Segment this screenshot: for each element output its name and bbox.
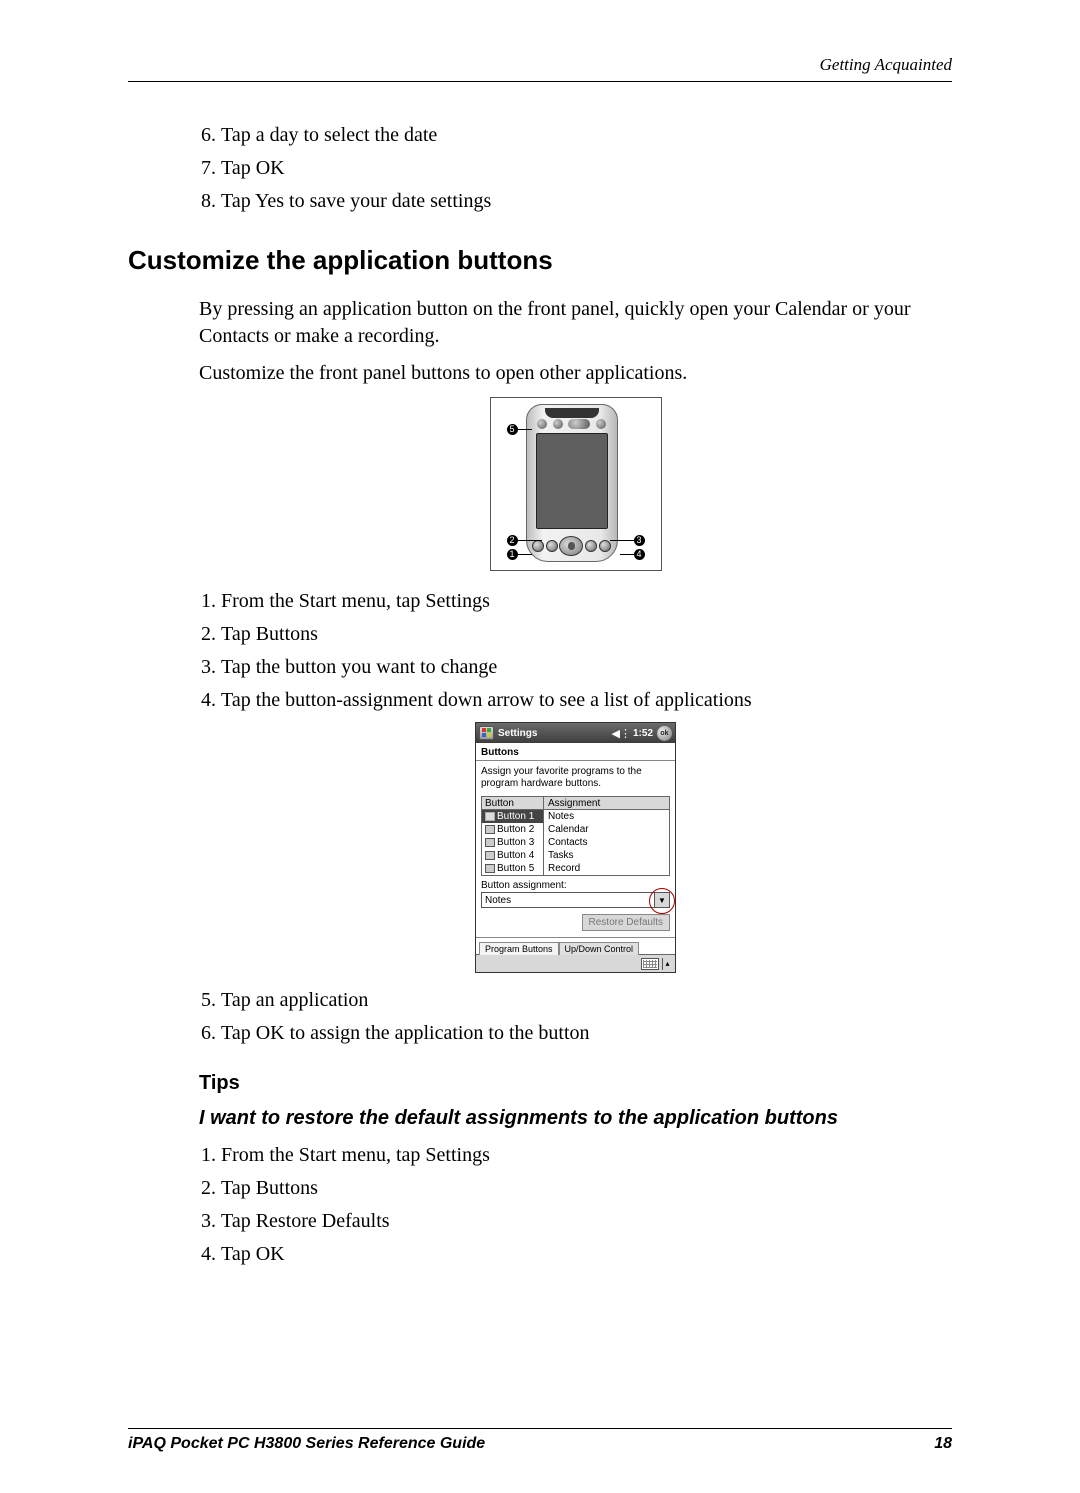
list-item: From the Start menu, tap Settings: [221, 588, 952, 615]
tips-heading: Tips: [199, 1072, 952, 1095]
steps-list-customize-cont: Tap an application Tap OK to assign the a…: [199, 987, 952, 1047]
steps-list-customize: From the Start menu, tap Settings Tap But…: [199, 588, 952, 714]
cell-button: Button 3: [482, 836, 544, 849]
row-icon: [485, 825, 495, 834]
settings-screenshot-figure: Settings ◀⋮ 1:52 ok Buttons Assign your …: [199, 722, 952, 975]
speaker-icon[interactable]: ◀⋮: [612, 727, 631, 740]
table-row[interactable]: Button 2Calendar: [482, 823, 669, 836]
button-assignment-label: Button assignment:: [476, 876, 675, 892]
cell-assignment: Tasks: [544, 850, 669, 861]
section-label: Buttons: [476, 743, 675, 761]
table-row[interactable]: Button 3Contacts: [482, 836, 669, 849]
table-row[interactable]: Button 1Notes: [482, 810, 669, 823]
ok-button[interactable]: ok: [657, 726, 672, 741]
steps-list-top: Tap a day to select the date Tap OK Tap Ye…: [199, 122, 952, 215]
list-item: Tap Restore Defaults: [221, 1208, 952, 1235]
intro-paragraph-2: Customize the front panel buttons to ope…: [199, 360, 952, 387]
device-body: [526, 404, 618, 562]
col-header-assignment: Assignment: [544, 798, 669, 809]
row-icon: [485, 864, 495, 873]
dropdown-value: Notes: [482, 895, 654, 906]
table-row[interactable]: Button 4Tasks: [482, 849, 669, 862]
list-item: Tap a day to select the date: [221, 122, 952, 149]
row-icon: [485, 851, 495, 860]
list-item: Tap Yes to save your date settings: [221, 188, 952, 215]
callout-2: 2: [507, 535, 518, 546]
header-rule: [128, 81, 952, 82]
titlebar-time: 1:52: [633, 728, 653, 739]
tab-strip: Program Buttons Up/Down Control: [476, 937, 675, 954]
tab-program-buttons[interactable]: Program Buttons: [479, 942, 559, 955]
instruction-text: Assign your favorite programs to the pro…: [476, 761, 675, 796]
device-figure: 5 2 1 3 4: [199, 397, 952, 576]
footer-doc-title: iPAQ Pocket PC H3800 Series Reference Gu…: [128, 1435, 485, 1453]
titlebar: Settings ◀⋮ 1:52 ok: [476, 723, 675, 743]
list-item: Tap OK: [221, 155, 952, 182]
page-footer: iPAQ Pocket PC H3800 Series Reference Gu…: [128, 1428, 952, 1453]
restore-defaults-button[interactable]: Restore Defaults: [582, 914, 670, 931]
table-row[interactable]: Button 5Record: [482, 862, 669, 875]
list-item: From the Start menu, tap Settings: [221, 1142, 952, 1169]
table-header: Button Assignment: [482, 797, 669, 810]
callout-1: 1: [507, 549, 518, 560]
callout-3: 3: [634, 535, 645, 546]
list-item: Tap OK to assign the application to the …: [221, 1020, 952, 1047]
tab-up-down-control[interactable]: Up/Down Control: [559, 942, 640, 955]
col-header-button: Button: [482, 797, 544, 809]
header-chapter-title: Getting Acquainted: [128, 55, 952, 75]
list-item: Tap the button-assignment down arrow to …: [221, 687, 952, 714]
list-item: Tap OK: [221, 1241, 952, 1268]
list-item: Tap the button you want to change: [221, 654, 952, 681]
bottom-bar: ▴: [476, 954, 675, 972]
cell-button: Button 1: [482, 810, 544, 823]
cell-button: Button 4: [482, 849, 544, 862]
callout-5: 5: [507, 424, 518, 435]
start-flag-icon[interactable]: [479, 726, 494, 740]
row-icon: [485, 812, 495, 821]
intro-paragraph-1: By pressing an application button on the…: [199, 296, 952, 350]
keyboard-icon[interactable]: [641, 958, 659, 970]
list-item: Tap an application: [221, 987, 952, 1014]
sip-up-icon[interactable]: ▴: [662, 958, 672, 970]
cell-assignment: Contacts: [544, 837, 669, 848]
cell-assignment: Calendar: [544, 824, 669, 835]
footer-rule: [128, 1428, 952, 1429]
callout-4: 4: [634, 549, 645, 560]
cell-assignment: Notes: [544, 811, 669, 822]
button-assignment-dropdown[interactable]: Notes ▼: [481, 892, 670, 908]
cell-assignment: Record: [544, 863, 669, 874]
list-item: Tap Buttons: [221, 1175, 952, 1202]
steps-list-tips: From the Start menu, tap Settings Tap But…: [199, 1142, 952, 1268]
titlebar-title: Settings: [498, 728, 612, 739]
button-assignment-table: Button Assignment Button 1NotesButton 2C…: [481, 796, 670, 876]
section-heading: Customize the application buttons: [128, 245, 952, 276]
row-icon: [485, 838, 495, 847]
footer-page-number: 18: [934, 1435, 952, 1453]
cell-button: Button 5: [482, 862, 544, 875]
tip-title: I want to restore the default assignment…: [199, 1107, 952, 1130]
list-item: Tap Buttons: [221, 621, 952, 648]
chevron-down-icon[interactable]: ▼: [654, 893, 669, 907]
cell-button: Button 2: [482, 823, 544, 836]
